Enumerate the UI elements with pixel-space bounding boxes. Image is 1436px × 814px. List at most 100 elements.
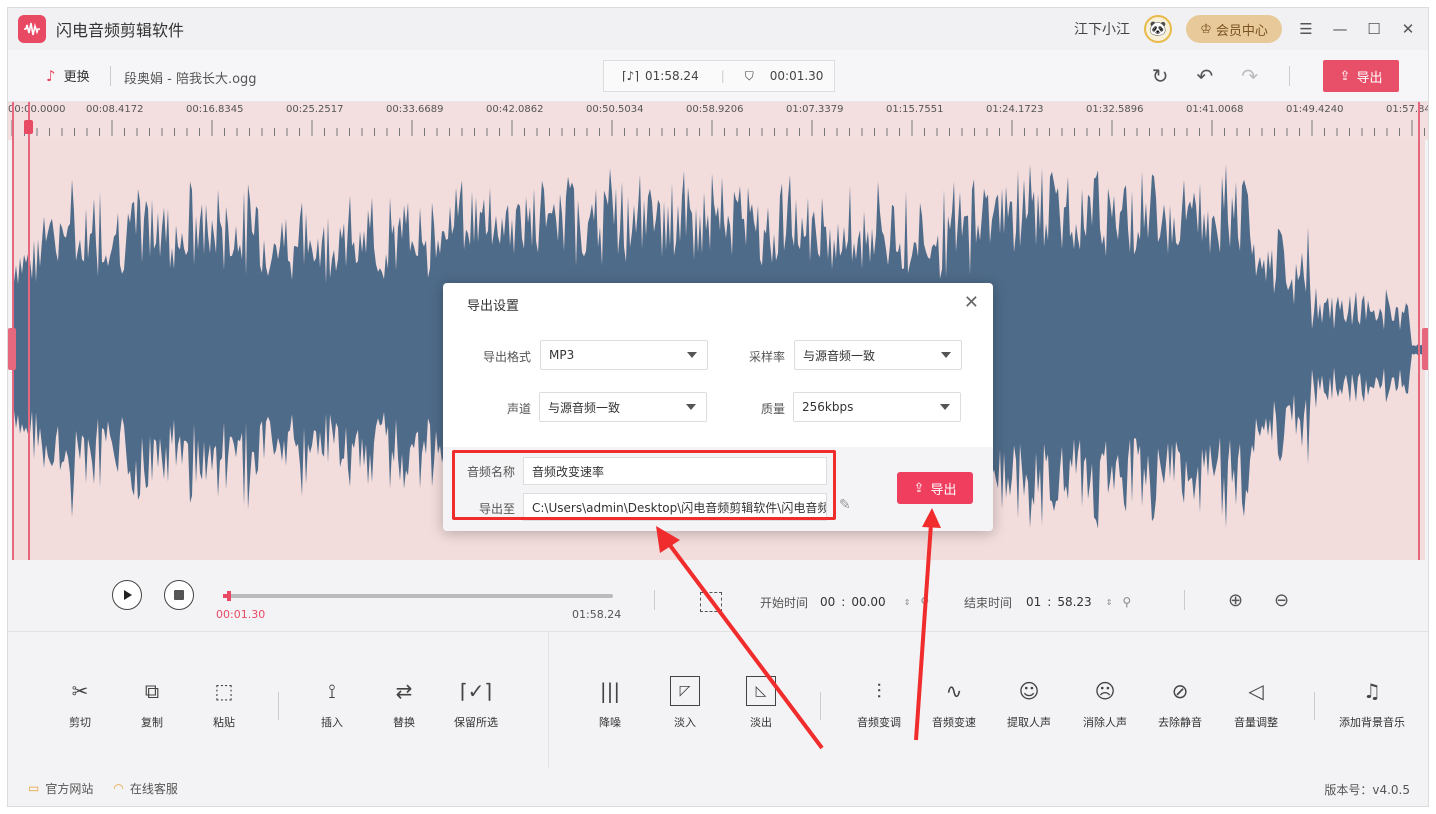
tool-label: 提取人声 bbox=[1007, 716, 1051, 729]
tool-denoise[interactable]: ||| 降噪 bbox=[574, 676, 646, 730]
progress-knob[interactable] bbox=[227, 591, 232, 601]
tool-label: 音频变调 bbox=[857, 716, 901, 729]
tool-insert[interactable]: ⟟ 插入 bbox=[296, 676, 368, 730]
current-time: 00:01.30 bbox=[216, 608, 266, 621]
close-icon[interactable]: ✕ bbox=[1398, 20, 1418, 38]
remove-voice-icon: ☹ bbox=[1094, 679, 1116, 703]
file-name: 段奥娟 - 陪我长大.ogg bbox=[124, 72, 257, 87]
avatar[interactable]: 🐼 bbox=[1144, 15, 1172, 43]
tool-volume[interactable]: ◁ 音量调整 bbox=[1220, 676, 1292, 730]
tool-remove-voice[interactable]: ☹ 消除人声 bbox=[1069, 676, 1141, 730]
tool-label: 音量调整 bbox=[1234, 716, 1278, 729]
start-minutes[interactable]: 00 bbox=[820, 595, 835, 609]
tool-label: 淡入 bbox=[674, 716, 696, 729]
progress-bar[interactable] bbox=[223, 591, 613, 601]
username[interactable]: 江下小江 bbox=[1074, 19, 1130, 39]
headset-icon: ◠ bbox=[113, 781, 124, 795]
top-export-button[interactable]: ⇪ 导出 bbox=[1323, 60, 1399, 92]
reset-icon[interactable]: ↻ bbox=[1152, 64, 1169, 88]
channel-value: 与源音频一致 bbox=[548, 400, 621, 415]
channel-select[interactable]: 与源音频一致 bbox=[539, 392, 707, 422]
set-end-pin-icon[interactable]: ⚲ bbox=[1122, 595, 1131, 609]
tool-label: 淡出 bbox=[750, 716, 772, 729]
ruler-time-label: 01:32.5896 bbox=[1086, 104, 1144, 115]
tool-replace[interactable]: ⇄ 替换 bbox=[368, 676, 440, 730]
selection-range-icon[interactable] bbox=[700, 592, 722, 612]
end-time-label: 结束时间 bbox=[964, 596, 1013, 610]
minimize-icon[interactable]: — bbox=[1330, 20, 1350, 38]
app-title: 闪电音频剪辑软件 bbox=[56, 21, 185, 40]
upload-icon: ⇪ bbox=[1339, 68, 1351, 84]
tool-keep-selection[interactable]: ⌈✓⌉ 保留所选 bbox=[440, 676, 512, 730]
redo-icon[interactable]: ↷ bbox=[1241, 64, 1258, 88]
tool-remove-silence[interactable]: ⊘ 去除静音 bbox=[1144, 676, 1216, 730]
play-button[interactable] bbox=[112, 580, 142, 610]
set-start-pin-icon[interactable]: ⚲ bbox=[920, 595, 929, 609]
chevron-down-icon bbox=[686, 404, 696, 410]
online-service-link[interactable]: ◠ 在线客服 bbox=[113, 780, 178, 797]
tool-speed[interactable]: ∿ 音频变速 bbox=[918, 676, 990, 730]
version-text: 版本号：v4.0.5 bbox=[1324, 783, 1410, 797]
paste-icon: ⬚ bbox=[214, 679, 234, 703]
tool-label: 插入 bbox=[321, 716, 343, 729]
samplerate-select[interactable]: 与源音频一致 bbox=[794, 340, 962, 370]
online-service-label: 在线客服 bbox=[129, 781, 178, 796]
menu-icon[interactable]: ☰ bbox=[1296, 20, 1316, 38]
volume-icon: ◁ bbox=[1248, 679, 1264, 703]
end-seconds[interactable]: 58.23 bbox=[1057, 595, 1091, 609]
total-time: 01:58.24 bbox=[645, 69, 699, 83]
ruler-time-label: 00:00.0000 bbox=[8, 104, 66, 115]
selection-end-edge bbox=[1418, 102, 1420, 560]
dialog-close-icon[interactable]: ✕ bbox=[964, 292, 979, 313]
maximize-icon[interactable]: ☐ bbox=[1364, 20, 1384, 38]
tool-fade-in[interactable]: ◸ 淡入 bbox=[649, 676, 721, 730]
vip-center-button[interactable]: ♔ 会员中心 bbox=[1186, 15, 1282, 43]
timeline-ruler[interactable]: 00:00.0000 00:08.4172 00:16.8345 00:25.2517… bbox=[8, 102, 1428, 140]
replace-file-button[interactable]: ♪ 更换 bbox=[46, 66, 90, 86]
dialog-export-button[interactable]: ⇪ 导出 bbox=[897, 472, 973, 504]
player-bar: 00:01.30 01:58.24 开始时间 00 : 00.00 ⇕ ⚲ 结束… bbox=[8, 560, 1428, 632]
start-seconds[interactable]: 00.00 bbox=[851, 595, 885, 609]
quality-select[interactable]: 256kbps bbox=[793, 392, 961, 422]
format-select[interactable]: MP3 bbox=[540, 340, 708, 370]
tool-label: 粘贴 bbox=[213, 716, 235, 729]
tool-extract-voice[interactable]: ☺ 提取人声 bbox=[993, 676, 1065, 730]
keep-selection-icon: ⌈✓⌉ bbox=[459, 679, 493, 703]
title-bar: 闪电音频剪辑软件 江下小江 🐼 ♔ 会员中心 ☰ — ☐ ✕ bbox=[8, 8, 1428, 50]
tool-scissors[interactable]: ✂ 剪切 bbox=[44, 676, 116, 730]
end-minutes[interactable]: 01 bbox=[1026, 595, 1041, 609]
tool-paste[interactable]: ⬚ 粘贴 bbox=[188, 676, 260, 730]
spinner-arrows-icon[interactable]: ⇕ bbox=[1106, 598, 1113, 607]
tool-music[interactable]: ♫ 添加背景音乐 bbox=[1336, 676, 1408, 730]
zoom-in-icon[interactable]: ⊕ bbox=[1228, 590, 1243, 611]
tool-pitch[interactable]: ⫶ 音频变调 bbox=[843, 676, 915, 730]
playhead-line bbox=[28, 102, 30, 560]
play-icon bbox=[124, 590, 132, 600]
divider bbox=[1314, 692, 1315, 720]
divider bbox=[654, 590, 655, 610]
tool-label: 消除人声 bbox=[1083, 716, 1127, 729]
ruler-time-label: 00:33.6689 bbox=[386, 104, 444, 115]
end-time-spinner[interactable]: 01 : 58.23 ⇕ ⚲ bbox=[1026, 590, 1131, 614]
undo-icon[interactable]: ↶ bbox=[1196, 64, 1213, 88]
speed-icon: ∿ bbox=[945, 679, 963, 703]
app-logo-icon bbox=[18, 15, 46, 43]
spinner-arrows-icon[interactable]: ⇕ bbox=[904, 598, 911, 607]
playhead-handle[interactable] bbox=[24, 120, 33, 134]
tool-copy[interactable]: ⧉ 复制 bbox=[116, 676, 188, 730]
official-website-link[interactable]: ▭ 官方网站 bbox=[28, 780, 93, 797]
tool-fade-out[interactable]: ◺ 淡出 bbox=[725, 676, 797, 730]
crown-icon: ♔ bbox=[1200, 21, 1212, 37]
tool-label: 复制 bbox=[141, 716, 163, 729]
music-icon: ♫ bbox=[1363, 679, 1381, 703]
right-trim-handle[interactable] bbox=[1422, 328, 1428, 370]
duration-icon: ⌈♪⌉ bbox=[622, 69, 640, 83]
cursor-time-icon: ⛉ bbox=[744, 68, 754, 83]
start-time-spinner[interactable]: 00 : 00.00 ⇕ ⚲ bbox=[820, 590, 929, 614]
left-trim-handle[interactable] bbox=[8, 328, 16, 370]
edit-path-icon[interactable]: ✎ bbox=[839, 497, 851, 513]
zoom-out-icon[interactable]: ⊖ bbox=[1274, 590, 1289, 611]
quality-label: 质量 bbox=[760, 402, 785, 416]
annotation-highlight-box bbox=[452, 450, 836, 520]
stop-button[interactable] bbox=[164, 580, 194, 610]
